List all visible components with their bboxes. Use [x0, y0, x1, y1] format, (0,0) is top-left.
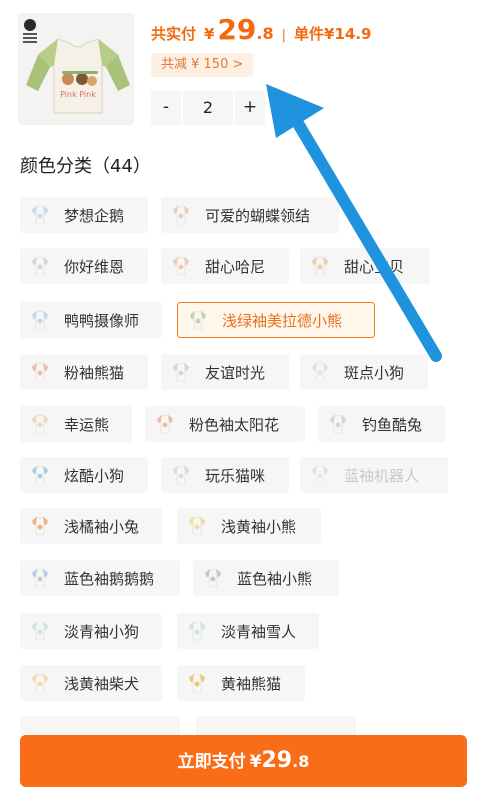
pay-integer: 29	[261, 748, 293, 773]
color-option[interactable]: 蓝色袖鹅鹅鹅	[20, 560, 180, 596]
color-option[interactable]: 淡青袖小狗	[20, 613, 162, 649]
color-option[interactable]: 淡青袖雪人	[177, 613, 319, 649]
color-option[interactable]: 你好维恩	[20, 248, 148, 284]
shirt-thumbnail-icon	[306, 461, 334, 489]
color-option[interactable]: 梦想企鹅	[20, 197, 148, 233]
color-option[interactable]: 浅橘袖小兔	[20, 508, 162, 544]
shirt-thumbnail-icon	[26, 201, 54, 229]
price-separator: |	[281, 28, 287, 43]
color-option[interactable]: 粉袖熊猫	[20, 354, 148, 390]
price-integer: 29	[217, 13, 257, 46]
shirt-thumbnail-icon	[167, 461, 195, 489]
price-summary: 共实付 ¥ 29 .8 | 单件¥14.9	[151, 13, 371, 49]
quantity-stepper: - 2 +	[151, 91, 265, 125]
pay-decimal: .8	[292, 752, 310, 771]
color-option[interactable]: 斑点小狗	[300, 354, 428, 390]
svg-text:Pink Pink: Pink Pink	[60, 90, 96, 99]
shirt-thumbnail-icon	[26, 358, 54, 386]
shirt-thumbnail-icon	[26, 617, 54, 645]
shirt-thumbnail-icon	[167, 201, 195, 229]
color-option[interactable]: 钓鱼酷兔	[318, 406, 446, 442]
shirt-thumbnail-icon	[26, 306, 54, 334]
color-option[interactable]: 黄袖熊猫	[177, 665, 305, 701]
color-option[interactable]: 幸运熊	[20, 406, 132, 442]
currency-symbol: ¥	[204, 25, 215, 43]
product-image[interactable]: Pink Pink	[18, 13, 134, 125]
color-option[interactable]: 甜心哈尼	[161, 248, 289, 284]
shirt-thumbnail-icon	[26, 410, 54, 438]
shirt-thumbnail-icon	[26, 564, 54, 592]
color-option[interactable]: 蓝色袖小熊	[193, 560, 339, 596]
color-option-partial[interactable]	[20, 716, 180, 736]
shirt-thumbnail-icon	[183, 512, 211, 540]
pay-currency: ¥	[249, 752, 262, 772]
shirt-thumbnail-icon	[167, 358, 195, 386]
color-option[interactable]: 玩乐猫咪	[161, 457, 289, 493]
price-decimal: .8	[256, 24, 274, 43]
pay-label: 立即支付	[177, 752, 246, 772]
shirt-thumbnail-icon	[306, 252, 334, 280]
discount-tag[interactable]: 共减 ¥ 150 >	[151, 53, 254, 77]
color-category-title: 颜色分类（44）	[20, 156, 151, 177]
shirt-thumbnail-icon	[26, 669, 54, 697]
shirt-thumbnail-icon	[26, 512, 54, 540]
shirt-thumbnail-icon	[151, 410, 179, 438]
color-option[interactable]: 甜心宝贝	[300, 248, 430, 284]
color-option-disabled: 蓝袖机器人	[300, 457, 448, 493]
color-option[interactable]: 浅黄袖柴犬	[20, 665, 162, 701]
shirt-thumbnail-icon	[26, 461, 54, 489]
shirt-thumbnail-icon	[183, 669, 211, 697]
color-option[interactable]: 炫酷小狗	[20, 457, 148, 493]
shirt-thumbnail-icon	[26, 252, 54, 280]
shirt-thumbnail-icon	[324, 410, 352, 438]
color-option[interactable]: 可爱的蝴蝶领结	[161, 197, 339, 233]
decrease-button[interactable]: -	[151, 91, 181, 125]
color-option[interactable]: 浅黄袖小熊	[177, 508, 321, 544]
color-option-partial[interactable]	[196, 716, 356, 736]
quantity-value[interactable]: 2	[181, 91, 235, 125]
shirt-thumbnail-icon	[184, 306, 212, 334]
shirt-thumbnail-icon	[199, 564, 227, 592]
color-option[interactable]: 友谊时光	[161, 354, 289, 390]
shirt-thumbnail-icon	[183, 617, 211, 645]
increase-button[interactable]: +	[235, 91, 265, 125]
shirt-thumbnail-icon: Pink Pink	[26, 38, 130, 114]
color-option-selected[interactable]: 浅绿袖美拉德小熊	[177, 302, 375, 338]
unit-price: 单件¥14.9	[294, 25, 372, 43]
pay-now-button[interactable]: 立即支付 ¥ 29 .8	[20, 735, 467, 787]
color-option[interactable]: 鸭鸭摄像师	[20, 302, 162, 338]
paid-label: 共实付	[151, 25, 197, 43]
color-option[interactable]: 粉色袖太阳花	[145, 406, 305, 442]
shirt-thumbnail-icon	[167, 252, 195, 280]
shirt-thumbnail-icon	[306, 358, 334, 386]
